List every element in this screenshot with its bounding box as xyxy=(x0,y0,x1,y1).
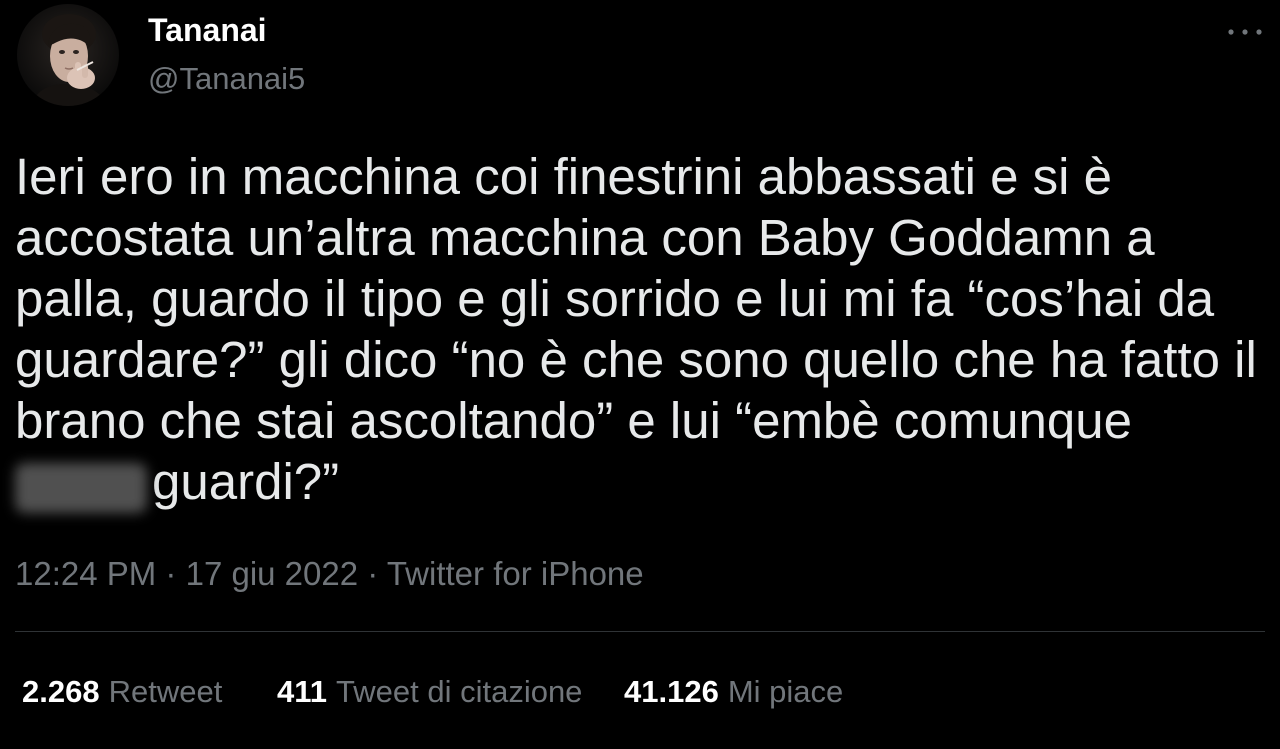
more-options-icon[interactable] xyxy=(1224,22,1266,42)
tweet-date[interactable]: 17 giu 2022 xyxy=(186,555,359,592)
censored-word-blur xyxy=(15,463,147,513)
tweet-text: Ieri ero in macchina coi finestrini abba… xyxy=(15,146,1257,512)
tweet-text-line: guardare?” gli dico “no è che sono quell… xyxy=(15,331,1257,388)
tweet: Tananai @Tananai5 Ieri ero in macchina c… xyxy=(0,0,1280,749)
author-avatar[interactable] xyxy=(17,4,119,106)
stat-count: 2.268 xyxy=(22,674,100,709)
stat-label: Tweet di citazione xyxy=(336,674,583,709)
stat-retweets[interactable]: 2.268 Retweet xyxy=(22,673,222,711)
author-handle[interactable]: @Tananai5 xyxy=(148,61,305,97)
tweet-text-line: accostata un’altra macchina con Baby God… xyxy=(15,209,1155,266)
tweet-text-line: guardi?” xyxy=(152,453,340,510)
tweet-text-line: brano che stai ascoltando” e lui “embè c… xyxy=(15,392,1132,449)
stat-likes[interactable]: 41.126 Mi piace xyxy=(624,673,843,711)
tweet-text-line: Ieri ero in macchina coi finestrini abba… xyxy=(15,148,1113,205)
tweet-text-line: palla, guardo il tipo e gli sorrido e lu… xyxy=(15,270,1215,327)
tweet-meta: 12:24 PM · 17 giu 2022 · Twitter for iPh… xyxy=(15,554,644,594)
author-name[interactable]: Tananai xyxy=(148,11,267,49)
tweet-time[interactable]: 12:24 PM xyxy=(15,555,156,592)
stat-count: 411 xyxy=(277,674,328,709)
stat-quote-tweets[interactable]: 411 Tweet di citazione xyxy=(277,673,582,711)
tweet-divider xyxy=(15,631,1265,632)
stat-label: Mi piace xyxy=(727,674,844,709)
tweet-source[interactable]: Twitter for iPhone xyxy=(387,555,644,592)
meta-separator: · xyxy=(165,555,177,592)
stat-label: Retweet xyxy=(108,674,223,709)
stat-count: 41.126 xyxy=(624,674,719,709)
profile-photo-icon xyxy=(17,4,119,106)
meta-separator: · xyxy=(367,555,379,592)
